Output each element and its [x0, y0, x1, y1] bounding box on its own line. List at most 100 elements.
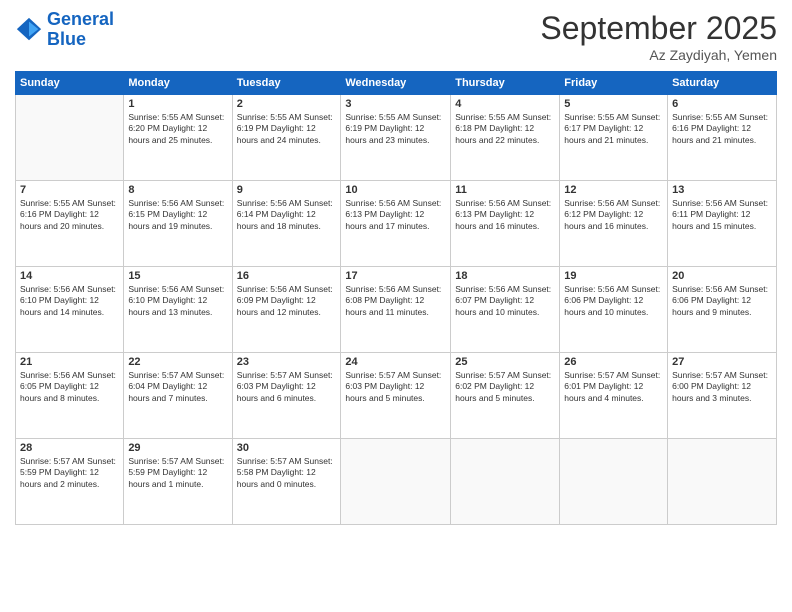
day-info: Sunrise: 5:55 AM Sunset: 6:20 PM Dayligh… — [128, 112, 227, 146]
day-number: 19 — [564, 270, 663, 282]
table-row: 17 Sunrise: 5:56 AM Sunset: 6:08 PM Dayli… — [341, 267, 451, 353]
table-row: 26Sunrise: 5:57 AM Sunset: 6:01 PM Dayli… — [560, 353, 668, 439]
day-info: Sunrise: 5:57 AM Sunset: 5:59 PM Dayligh… — [128, 456, 227, 490]
table-row: 12 Sunrise: 5:56 AM Sunset: 6:12 PM Dayli… — [560, 181, 668, 267]
day-info: Sunrise: 5:57 AM Sunset: 5:59 PM Dayligh… — [20, 456, 119, 490]
day-number: 7 — [20, 184, 119, 196]
day-number: 13 — [672, 184, 772, 196]
month-title: September 2025 — [540, 10, 777, 47]
day-number: 6 — [672, 98, 772, 110]
col-sunday: Sunday — [16, 72, 124, 95]
day-info: Sunrise: 5:57 AM Sunset: 6:04 PM Dayligh… — [128, 370, 227, 404]
col-friday: Friday — [560, 72, 668, 95]
day-info: Sunrise: 5:57 AM Sunset: 5:58 PM Dayligh… — [237, 456, 337, 490]
day-number: 5 — [564, 98, 663, 110]
day-number: 1 — [128, 98, 227, 110]
subtitle: Az Zaydiyah, Yemen — [540, 47, 777, 63]
day-info: Sunrise: 5:55 AM Sunset: 6:16 PM Dayligh… — [672, 112, 772, 146]
day-info: Sunrise: 5:56 AM Sunset: 6:10 PM Dayligh… — [20, 284, 119, 318]
calendar-header-row: Sunday Monday Tuesday Wednesday Thursday… — [16, 72, 777, 95]
table-row: 5 Sunrise: 5:55 AM Sunset: 6:17 PM Daylig… — [560, 95, 668, 181]
table-row — [451, 439, 560, 525]
table-row: 18 Sunrise: 5:56 AM Sunset: 6:07 PM Dayli… — [451, 267, 560, 353]
day-info: Sunrise: 5:57 AM Sunset: 6:02 PM Dayligh… — [455, 370, 555, 404]
day-number: 12 — [564, 184, 663, 196]
table-row: 23 Sunrise: 5:57 AM Sunset: 6:03 PM Dayli… — [232, 353, 341, 439]
day-info: Sunrise: 5:56 AM Sunset: 6:07 PM Dayligh… — [455, 284, 555, 318]
day-number: 22 — [128, 356, 227, 368]
table-row: 10 Sunrise: 5:56 AM Sunset: 6:13 PM Dayli… — [341, 181, 451, 267]
day-info: Sunrise: 5:55 AM Sunset: 6:18 PM Dayligh… — [455, 112, 555, 146]
day-info: Sunrise: 5:55 AM Sunset: 6:16 PM Dayligh… — [20, 198, 119, 232]
day-info: Sunrise: 5:57 AM Sunset: 6:03 PM Dayligh… — [345, 370, 446, 404]
table-row: 30 Sunrise: 5:57 AM Sunset: 5:58 PM Dayli… — [232, 439, 341, 525]
logo-icon — [15, 16, 43, 44]
day-number: 25 — [455, 356, 555, 368]
table-row: 27Sunrise: 5:57 AM Sunset: 6:00 PM Dayli… — [668, 353, 777, 439]
table-row: 24 Sunrise: 5:57 AM Sunset: 6:03 PM Dayli… — [341, 353, 451, 439]
col-wednesday: Wednesday — [341, 72, 451, 95]
table-row — [668, 439, 777, 525]
day-number: 3 — [345, 98, 446, 110]
table-row: 2 Sunrise: 5:55 AM Sunset: 6:19 PM Daylig… — [232, 95, 341, 181]
logo-text: General Blue — [47, 10, 114, 50]
day-number: 30 — [237, 442, 337, 454]
day-number: 8 — [128, 184, 227, 196]
day-number: 21 — [20, 356, 119, 368]
day-info: Sunrise: 5:57 AM Sunset: 6:03 PM Dayligh… — [237, 370, 337, 404]
table-row: 9 Sunrise: 5:56 AM Sunset: 6:14 PM Daylig… — [232, 181, 341, 267]
title-area: September 2025 Az Zaydiyah, Yemen — [540, 10, 777, 63]
table-row: 25 Sunrise: 5:57 AM Sunset: 6:02 PM Dayli… — [451, 353, 560, 439]
day-info: Sunrise: 5:56 AM Sunset: 6:05 PM Dayligh… — [20, 370, 119, 404]
day-info: Sunrise: 5:56 AM Sunset: 6:06 PM Dayligh… — [672, 284, 772, 318]
col-saturday: Saturday — [668, 72, 777, 95]
day-number: 4 — [455, 98, 555, 110]
day-info: Sunrise: 5:56 AM Sunset: 6:14 PM Dayligh… — [237, 198, 337, 232]
day-number: 28 — [20, 442, 119, 454]
day-info: Sunrise: 5:56 AM Sunset: 6:11 PM Dayligh… — [672, 198, 772, 232]
day-number: 24 — [345, 356, 446, 368]
table-row — [341, 439, 451, 525]
table-row: 7 Sunrise: 5:55 AM Sunset: 6:16 PM Daylig… — [16, 181, 124, 267]
day-number: 10 — [345, 184, 446, 196]
table-row: 6 Sunrise: 5:55 AM Sunset: 6:16 PM Daylig… — [668, 95, 777, 181]
day-info: Sunrise: 5:56 AM Sunset: 6:13 PM Dayligh… — [345, 198, 446, 232]
table-row: 8 Sunrise: 5:56 AM Sunset: 6:15 PM Daylig… — [124, 181, 232, 267]
table-row: 4 Sunrise: 5:55 AM Sunset: 6:18 PM Daylig… — [451, 95, 560, 181]
table-row: 3 Sunrise: 5:55 AM Sunset: 6:19 PM Daylig… — [341, 95, 451, 181]
logo: General Blue — [15, 10, 114, 50]
col-monday: Monday — [124, 72, 232, 95]
day-info: Sunrise: 5:55 AM Sunset: 6:17 PM Dayligh… — [564, 112, 663, 146]
day-info: Sunrise: 5:56 AM Sunset: 6:15 PM Dayligh… — [128, 198, 227, 232]
day-number: 18 — [455, 270, 555, 282]
table-row: 13 Sunrise: 5:56 AM Sunset: 6:11 PM Dayli… — [668, 181, 777, 267]
day-number: 29 — [128, 442, 227, 454]
day-number: 23 — [237, 356, 337, 368]
day-number: 20 — [672, 270, 772, 282]
table-row: 11Sunrise: 5:56 AM Sunset: 6:13 PM Dayli… — [451, 181, 560, 267]
calendar: Sunday Monday Tuesday Wednesday Thursday… — [15, 71, 777, 525]
day-info: Sunrise: 5:56 AM Sunset: 6:06 PM Dayligh… — [564, 284, 663, 318]
day-info: Sunrise: 5:56 AM Sunset: 6:10 PM Dayligh… — [128, 284, 227, 318]
day-info: Sunrise: 5:56 AM Sunset: 6:12 PM Dayligh… — [564, 198, 663, 232]
day-number: 17 — [345, 270, 446, 282]
day-info: Sunrise: 5:55 AM Sunset: 6:19 PM Dayligh… — [237, 112, 337, 146]
table-row: 29 Sunrise: 5:57 AM Sunset: 5:59 PM Dayli… — [124, 439, 232, 525]
table-row: 28 Sunrise: 5:57 AM Sunset: 5:59 PM Dayli… — [16, 439, 124, 525]
col-tuesday: Tuesday — [232, 72, 341, 95]
table-row: 16Sunrise: 5:56 AM Sunset: 6:09 PM Dayli… — [232, 267, 341, 353]
table-row: 15Sunrise: 5:56 AM Sunset: 6:10 PM Dayli… — [124, 267, 232, 353]
day-number: 9 — [237, 184, 337, 196]
col-thursday: Thursday — [451, 72, 560, 95]
table-row: 21 Sunrise: 5:56 AM Sunset: 6:05 PM Dayli… — [16, 353, 124, 439]
day-info: Sunrise: 5:55 AM Sunset: 6:19 PM Dayligh… — [345, 112, 446, 146]
day-number: 2 — [237, 98, 337, 110]
logo-line2: Blue — [47, 29, 86, 49]
day-info: Sunrise: 5:56 AM Sunset: 6:09 PM Dayligh… — [237, 284, 337, 318]
table-row: 1 Sunrise: 5:55 AM Sunset: 6:20 PM Daylig… — [124, 95, 232, 181]
day-info: Sunrise: 5:56 AM Sunset: 6:08 PM Dayligh… — [345, 284, 446, 318]
day-info: Sunrise: 5:56 AM Sunset: 6:13 PM Dayligh… — [455, 198, 555, 232]
day-number: 26 — [564, 356, 663, 368]
logo-line1: General — [47, 9, 114, 29]
day-info: Sunrise: 5:57 AM Sunset: 6:00 PM Dayligh… — [672, 370, 772, 404]
